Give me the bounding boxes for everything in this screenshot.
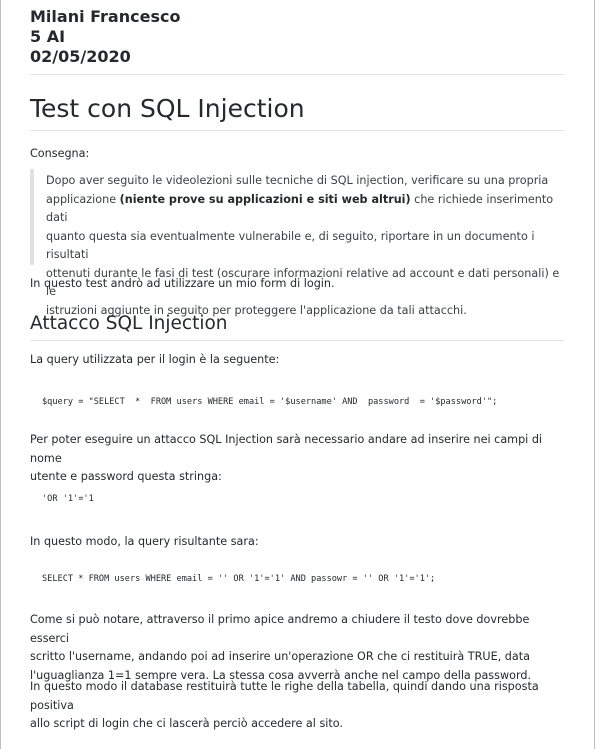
section-heading: Attacco SQL Injection	[30, 313, 228, 334]
section-divider	[30, 340, 565, 341]
title-divider	[30, 130, 565, 131]
attack-code-block: 'OR '1'='1	[42, 494, 94, 504]
attack-paragraph: Per poter eseguire un attacco SQL Inject…	[30, 431, 565, 487]
paragraph-line: utente e password questa stringa:	[30, 470, 222, 483]
consegna-label: Consegna:	[30, 147, 90, 160]
header-divider	[30, 74, 565, 75]
quote-line: quanto questa sia eventualmente vulnerab…	[46, 229, 535, 262]
document-date: 02/05/2020	[30, 47, 131, 66]
paragraph-line: scritto l'username, andando poi ad inser…	[30, 650, 530, 663]
quote-line: applicazione (niente prove su applicazio…	[46, 191, 565, 228]
result-code-block: SELECT * FROM users WHERE email = '' OR …	[42, 574, 436, 584]
assignment-blockquote: Dopo aver seguito le videolezioni sulle …	[30, 169, 565, 317]
intro-paragraph: In questo test andrò ad utilizzare un mi…	[30, 277, 335, 290]
document-page: Milani Francesco 5 AI 02/05/2020 Test co…	[0, 0, 595, 749]
query-code-block: $query = "SELECT * FROM users WHERE emai…	[42, 397, 498, 407]
author-name: Milani Francesco	[30, 7, 181, 26]
final-paragraph: In questo modo il database restituirà tu…	[30, 678, 565, 734]
paragraph-line: In questo modo il database restituirà tu…	[30, 680, 539, 712]
paragraph-line: Come si può notare, attraverso il primo …	[30, 613, 530, 645]
page-title: Test con SQL Injection	[30, 94, 305, 123]
quote-line: Dopo aver seguito le videolezioni sulle …	[46, 174, 549, 187]
quote-text: applicazione	[46, 192, 120, 206]
result-intro-paragraph: In questo modo, la query risultante sara…	[30, 535, 259, 548]
quote-bold-text: (niente prove su applicazioni e siti web…	[119, 192, 411, 206]
explanation-paragraph: Come si può notare, attraverso il primo …	[30, 611, 565, 685]
paragraph-line: allo script di login che ci lascerà perc…	[30, 717, 343, 730]
author-block: Milani Francesco 5 AI 02/05/2020	[30, 7, 180, 67]
paragraph-line: Per poter eseguire un attacco SQL Inject…	[30, 433, 543, 465]
author-class: 5 AI	[30, 27, 66, 46]
query-intro-paragraph: La query utilizzata per il login è la se…	[30, 353, 280, 366]
